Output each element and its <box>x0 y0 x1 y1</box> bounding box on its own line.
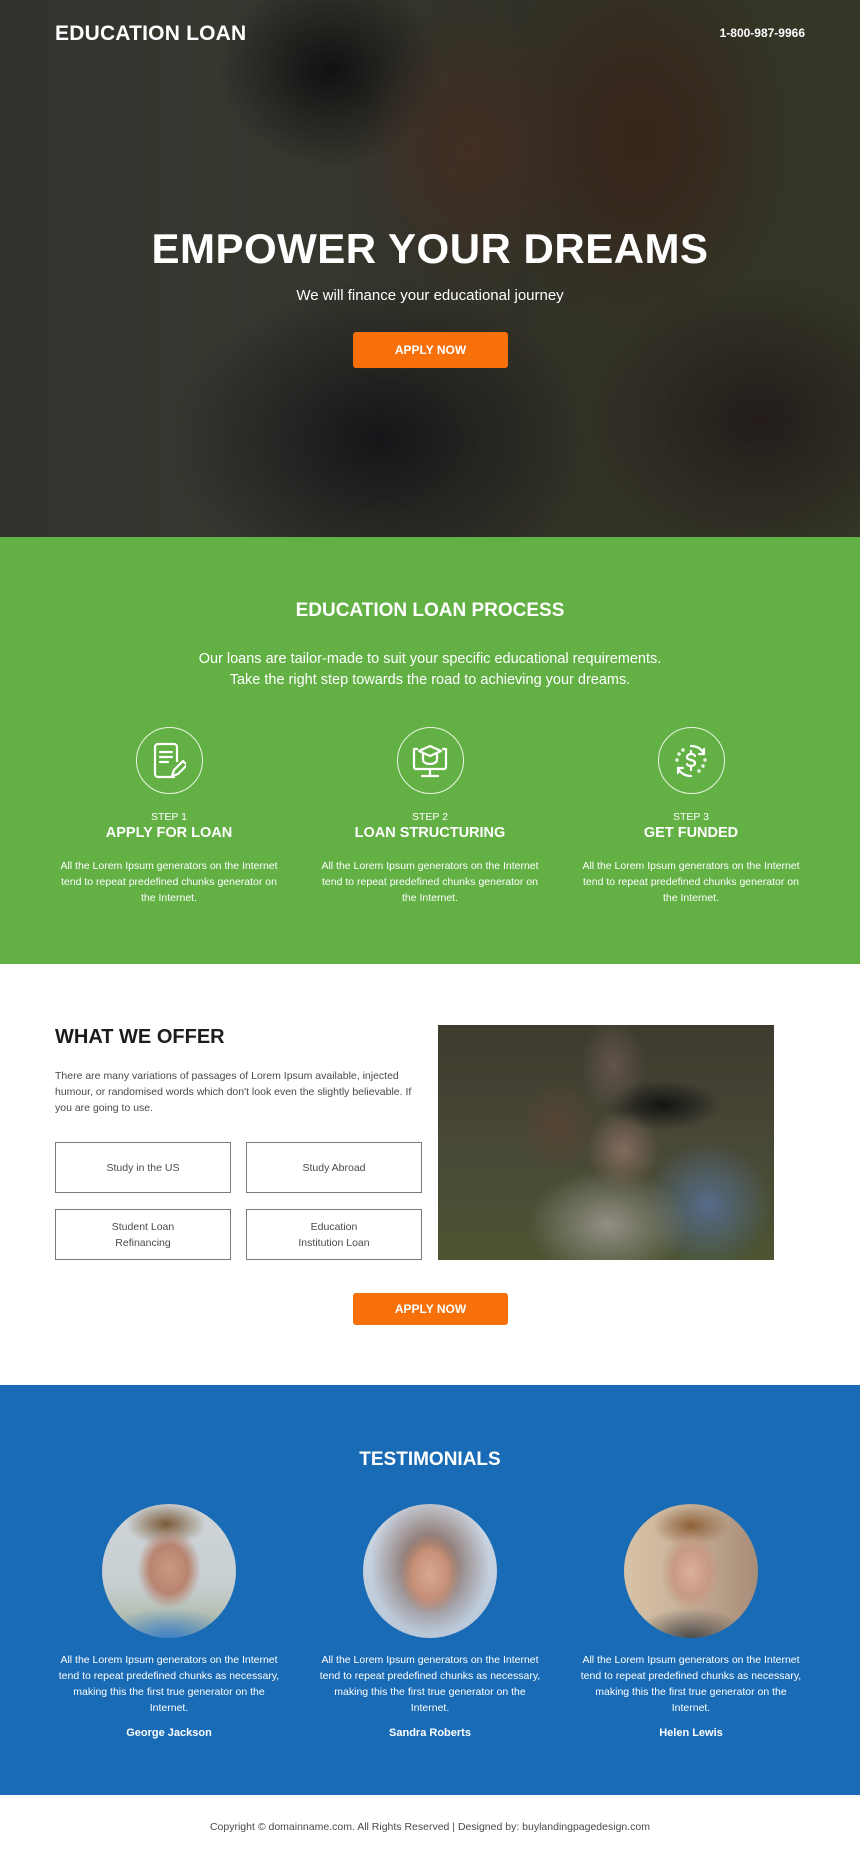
testimonial-card: All the Lorem Ipsum generators on the In… <box>315 1504 545 1739</box>
offer-apply-now-button[interactable]: APPLY NOW <box>353 1293 508 1325</box>
testimonial-card: All the Lorem Ipsum generators on the In… <box>576 1504 806 1739</box>
site-logo[interactable]: EDUCATION LOAN <box>55 22 246 46</box>
avatar <box>363 1504 497 1638</box>
phone-number[interactable]: 1-800-987-9966 <box>720 26 805 40</box>
copyright-text: Copyright © domainname.com. All Rights R… <box>209 1821 651 1833</box>
hero-apply-now-button[interactable]: APPLY NOW <box>353 332 508 368</box>
footer: Copyright © domainname.com. All Rights R… <box>0 1795 860 1860</box>
step-loan-structuring: STEP 2 LOAN STRUCTURING All the Lorem Ip… <box>315 727 545 906</box>
hero-section: EDUCATION LOAN 1-800-987-9966 EMPOWER YO… <box>0 0 860 537</box>
step-number: STEP 2 <box>412 811 448 823</box>
offer-title: WHAT WE OFFER <box>55 1026 225 1048</box>
testimonial-text: All the Lorem Ipsum generators on the In… <box>58 1654 280 1714</box>
avatar <box>624 1504 758 1638</box>
offer-description: There are many variations of passages of… <box>55 1070 412 1114</box>
testimonials-title: TESTIMONIALS <box>359 1449 501 1470</box>
step-description: All the Lorem Ipsum generators on the In… <box>321 860 539 904</box>
offer-option-label: Study Abroad <box>302 1161 366 1174</box>
step-description: All the Lorem Ipsum generators on the In… <box>582 860 800 904</box>
offer-option-student-loan-refinancing[interactable]: Student Loan Refinancing <box>55 1209 231 1260</box>
hero-subtitle: We will finance your educational journey <box>296 287 564 304</box>
step-number: STEP 3 <box>673 811 709 823</box>
testimonial-text: All the Lorem Ipsum generators on the In… <box>580 1654 802 1714</box>
testimonial-author: George Jackson <box>126 1727 212 1739</box>
offer-option-study-in-us[interactable]: Study in the US <box>55 1142 231 1193</box>
step-apply-for-loan: STEP 1 APPLY FOR LOAN All the Lorem Ipsu… <box>54 727 284 906</box>
process-intro-line-2: Take the right step towards the road to … <box>229 672 631 688</box>
graduation-monitor-icon <box>396 727 464 794</box>
avatar <box>102 1504 236 1638</box>
offer-option-education-institution-loan[interactable]: Education Institution Loan <box>246 1209 422 1260</box>
dollar-exchange-icon <box>657 727 725 794</box>
document-edit-icon <box>135 727 203 794</box>
offer-option-label: Study in the US <box>106 1161 180 1174</box>
offer-option-study-abroad[interactable]: Study Abroad <box>246 1142 422 1193</box>
hero-title: EMPOWER YOUR DREAMS <box>151 225 709 272</box>
what-we-offer-section: WHAT WE OFFER There are many variations … <box>0 964 860 1385</box>
testimonial-author: Sandra Roberts <box>389 1727 471 1739</box>
step-get-funded: STEP 3 GET FUNDED All the Lorem Ipsum ge… <box>576 727 806 906</box>
testimonial-card: All the Lorem Ipsum generators on the In… <box>54 1504 284 1739</box>
step-name: LOAN STRUCTURING <box>354 825 506 841</box>
step-name: APPLY FOR LOAN <box>105 825 233 841</box>
testimonial-author: Helen Lewis <box>659 1727 723 1739</box>
testimonial-text: All the Lorem Ipsum generators on the In… <box>319 1654 541 1714</box>
step-name: GET FUNDED <box>643 825 739 841</box>
offer-option-label-line-2: Refinancing <box>115 1236 171 1249</box>
offer-option-label-line-1: Student Loan <box>111 1220 175 1233</box>
step-number: STEP 1 <box>151 811 187 823</box>
offer-option-label-line-1: Education <box>310 1220 358 1233</box>
graduation-hug-photo <box>438 1025 774 1260</box>
process-title: EDUCATION LOAN PROCESS <box>295 600 565 621</box>
process-intro: Our loans are tailor-made to suit your s… <box>0 649 860 691</box>
offer-option-label-line-2: Institution Loan <box>298 1236 370 1249</box>
testimonials-section: TESTIMONIALS All the Lorem Ipsum generat… <box>0 1385 860 1795</box>
step-description: All the Lorem Ipsum generators on the In… <box>60 860 278 904</box>
loan-process-section: EDUCATION LOAN PROCESS Our loans are tai… <box>0 537 860 964</box>
process-intro-line-1: Our loans are tailor-made to suit your s… <box>198 651 662 667</box>
